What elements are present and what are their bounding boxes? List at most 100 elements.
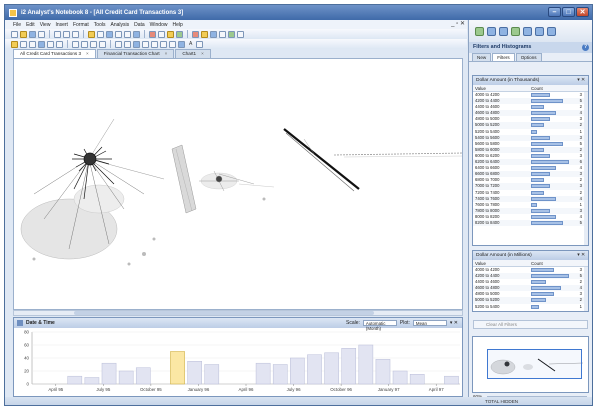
text-box-icon[interactable] xyxy=(20,40,27,48)
network-graph[interactable] xyxy=(14,59,463,310)
canvas-horizontal-scrollbar[interactable] xyxy=(13,310,463,316)
row-count-bar[interactable] xyxy=(531,190,544,195)
panel-settings-icon[interactable] xyxy=(547,26,556,36)
date-bar[interactable] xyxy=(358,344,374,385)
date-bar[interactable] xyxy=(324,352,339,385)
date-bar[interactable] xyxy=(392,370,408,385)
menu-tools[interactable]: Tools xyxy=(94,22,106,28)
refresh-icon[interactable] xyxy=(228,30,235,38)
histogram-controls[interactable]: ▾ ✕ xyxy=(577,76,585,85)
row-count-bar[interactable] xyxy=(531,292,554,297)
date-bar[interactable] xyxy=(101,362,117,385)
align-left-icon[interactable] xyxy=(72,40,79,48)
panel-filter-icon[interactable] xyxy=(523,26,532,36)
row-count-bar[interactable] xyxy=(531,196,557,201)
close-button[interactable]: ✕ xyxy=(576,7,589,17)
close-icon[interactable]: × xyxy=(165,51,168,56)
row-count-bar[interactable] xyxy=(531,93,550,97)
histogram-controls[interactable]: ▾ ✕ xyxy=(577,251,585,260)
histogram-row[interactable]: 5200 to 5400 1 xyxy=(473,304,588,310)
align-right-icon[interactable] xyxy=(90,40,97,48)
date-bar[interactable] xyxy=(255,362,271,385)
histogram-scrollbar[interactable] xyxy=(584,267,588,311)
shadow-icon[interactable] xyxy=(151,40,158,48)
chart-icon[interactable] xyxy=(176,30,183,38)
row-count-bar[interactable] xyxy=(531,117,550,122)
scrollbar-thumb[interactable] xyxy=(74,311,374,315)
link-icon[interactable] xyxy=(210,30,217,38)
date-bar[interactable] xyxy=(375,359,391,385)
filter-icon[interactable] xyxy=(192,30,199,38)
font-size-icon[interactable] xyxy=(169,40,176,48)
row-count-bar[interactable] xyxy=(531,274,569,279)
row-count-bar[interactable] xyxy=(531,178,544,183)
line-style-icon[interactable] xyxy=(115,40,122,48)
row-count-bar[interactable] xyxy=(531,286,562,291)
col-value[interactable]: Value xyxy=(473,260,531,266)
date-bar[interactable] xyxy=(67,375,83,385)
date-bar[interactable] xyxy=(409,374,425,385)
row-count-bar[interactable] xyxy=(531,166,557,171)
pointer-icon[interactable] xyxy=(11,40,18,48)
minimize-button[interactable]: – xyxy=(548,7,561,17)
open-icon[interactable] xyxy=(20,30,27,38)
more-icon[interactable] xyxy=(237,30,244,38)
properties-icon[interactable] xyxy=(201,30,208,38)
panel-grid-icon[interactable] xyxy=(475,26,484,36)
menu-analysis[interactable]: Analysis xyxy=(110,22,129,28)
distribute-icon[interactable] xyxy=(99,40,106,48)
row-count-bar[interactable] xyxy=(531,160,569,165)
row-count-bar[interactable] xyxy=(531,99,563,104)
date-bar[interactable] xyxy=(290,357,305,385)
entity-icon[interactable] xyxy=(219,30,226,38)
panel-close-icon[interactable]: ▾ ✕ xyxy=(450,320,458,326)
tab-new[interactable]: New xyxy=(472,53,492,61)
row-count-bar[interactable] xyxy=(531,298,547,303)
panel-tool-icon[interactable] xyxy=(511,26,520,36)
menu-window[interactable]: Window xyxy=(150,22,168,28)
paste-icon[interactable] xyxy=(72,30,79,38)
lasso-icon[interactable] xyxy=(97,30,104,38)
line-color-icon[interactable] xyxy=(133,40,140,48)
panel-bag-icon[interactable] xyxy=(499,26,508,36)
date-bar[interactable] xyxy=(135,367,151,385)
pan-icon[interactable] xyxy=(115,30,122,38)
dense-link-diagonal[interactable] xyxy=(283,128,360,192)
close-icon[interactable]: × xyxy=(201,51,204,56)
new-icon[interactable] xyxy=(11,30,18,38)
tab-options[interactable]: Options xyxy=(515,53,542,61)
col-count[interactable]: Count xyxy=(531,260,543,266)
row-count-bar[interactable] xyxy=(531,208,550,213)
menu-data[interactable]: Data xyxy=(134,22,145,28)
copy-icon[interactable] xyxy=(63,30,70,38)
cut-icon[interactable] xyxy=(54,30,61,38)
clear-filters-button[interactable]: Clear All Filters xyxy=(473,320,588,329)
find-icon[interactable] xyxy=(124,30,131,38)
date-bar[interactable] xyxy=(444,375,459,385)
panel-back-icon[interactable] xyxy=(535,26,544,36)
menu-view[interactable]: View xyxy=(40,22,51,28)
help-icon[interactable]: ? xyxy=(582,44,589,51)
scale-select[interactable]: Automatic (Month) xyxy=(362,320,397,331)
list-icon[interactable] xyxy=(158,30,165,38)
fill-icon[interactable] xyxy=(142,40,149,48)
entity-cluster-left[interactable] xyxy=(20,118,165,260)
menu-help[interactable]: Help xyxy=(172,22,182,28)
pin-icon[interactable] xyxy=(17,320,23,326)
histogram-row[interactable]: 8200 to 8400 5 xyxy=(473,219,588,227)
layout-icon[interactable] xyxy=(133,30,140,38)
row-count-bar[interactable] xyxy=(531,304,539,309)
date-bar[interactable] xyxy=(307,354,322,385)
save-icon[interactable] xyxy=(29,30,36,38)
close-icon[interactable]: × xyxy=(86,51,89,56)
row-count-bar[interactable] xyxy=(531,123,544,128)
entity-cluster-middle[interactable] xyxy=(199,170,275,192)
row-count-bar[interactable] xyxy=(531,214,557,219)
row-count-bar[interactable] xyxy=(531,280,547,285)
settings-icon[interactable] xyxy=(196,40,204,48)
link-bundle-middle[interactable] xyxy=(171,144,197,214)
tab-all-credit-card-transactions[interactable]: All Credit Card Transactions 3 × xyxy=(13,49,96,58)
menu-edit[interactable]: Edit xyxy=(26,22,35,28)
row-count-bar[interactable] xyxy=(531,220,563,225)
date-bar[interactable] xyxy=(84,377,100,385)
